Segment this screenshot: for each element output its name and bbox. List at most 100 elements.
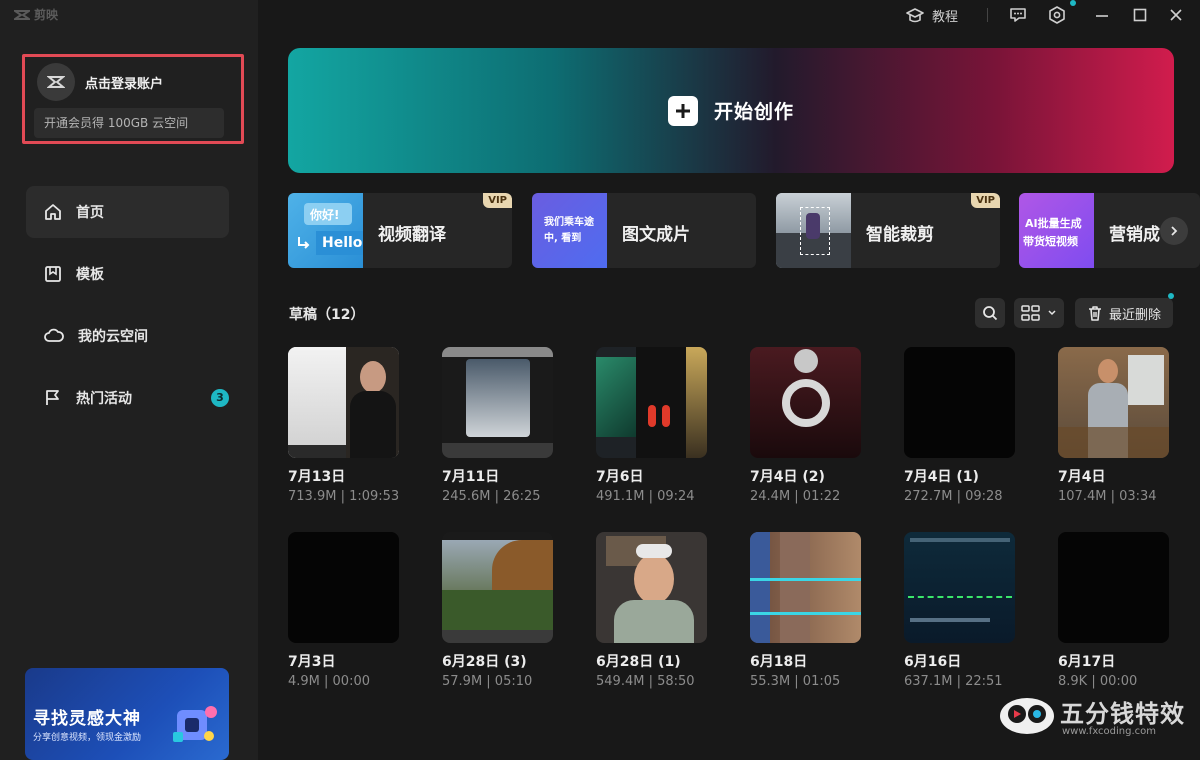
draft-item[interactable]: 6月17日 8.9K | 00:00 <box>1058 532 1170 689</box>
watermark-url: www.fxcoding.com <box>1062 726 1157 737</box>
sidebar-item-events[interactable]: 热门活动 3 <box>26 372 229 424</box>
draft-meta: 107.4M | 03:34 <box>1058 489 1157 504</box>
draft-item[interactable]: 7月11日 245.6M | 26:25 <box>442 347 554 504</box>
search-icon <box>983 306 998 321</box>
draft-item[interactable]: 6月28日 (1) 549.4M | 58:50 <box>596 532 708 689</box>
app-logo: 剪映 <box>14 6 58 23</box>
account-panel[interactable]: 点击登录账户 开通会员得 100GB 云空间 <box>22 54 244 144</box>
home-icon <box>45 204 61 220</box>
start-creating-label: 开始创作 <box>713 101 794 123</box>
capcut-avatar-icon <box>47 76 65 88</box>
cloud-icon <box>44 328 64 342</box>
feature-scroll-right-button[interactable] <box>1160 217 1188 245</box>
thumb-text-2: Hello <box>322 235 363 251</box>
member-promo-button[interactable]: 开通会员得 100GB 云空间 <box>34 108 224 138</box>
graduation-cap-icon <box>906 7 924 22</box>
topbar-divider <box>987 8 988 22</box>
promo-title: 寻找灵感大神 <box>33 709 141 729</box>
promo-subtitle: 分享创意视频，领现金激励 <box>33 733 142 743</box>
close-button[interactable] <box>1168 6 1184 24</box>
recent-deleted-button[interactable]: 最近删除 <box>1075 298 1173 328</box>
thumb-text-1: AI批量生成 <box>1025 217 1082 230</box>
thumb-text-1: 我们乘车途 <box>544 217 594 228</box>
draft-thumbnail <box>904 347 1015 458</box>
watermark-logo-icon <box>1000 698 1054 734</box>
draft-thumbnail <box>288 532 399 643</box>
login-link[interactable]: 点击登录账户 <box>85 73 163 92</box>
feature-smart-crop[interactable]: 智能裁剪 VIP <box>776 193 1000 268</box>
draft-title: 6月28日 (3) <box>442 654 527 670</box>
draft-title: 6月28日 (1) <box>596 654 681 670</box>
draft-thumbnail <box>288 347 399 458</box>
search-button[interactable] <box>975 298 1005 328</box>
marketing-video-thumbnail: AI批量生成 带货短视频 <box>1019 193 1094 268</box>
feature-text-to-video[interactable]: 我们乘车途 中, 看到 图文成片 <box>532 193 756 268</box>
sidebar: 剪映 点击登录账户 开通会员得 100GB 云空间 首页 模板 我的云空间 热门… <box>0 0 258 760</box>
draft-meta: 4.9M | 00:00 <box>288 674 370 689</box>
draft-item[interactable]: 6月28日 (3) 57.9M | 05:10 <box>442 532 554 689</box>
draft-title: 7月13日 <box>288 469 346 485</box>
draft-meta: 491.1M | 09:24 <box>596 489 695 504</box>
avatar[interactable] <box>37 63 75 101</box>
draft-item[interactable]: 7月4日 107.4M | 03:34 <box>1058 347 1170 504</box>
draft-item[interactable]: 7月6日 491.1M | 09:24 <box>596 347 708 504</box>
draft-thumbnail <box>750 347 861 458</box>
sidebar-item-label: 首页 <box>76 205 104 221</box>
draft-title: 6月18日 <box>750 654 808 670</box>
vip-badge: VIP <box>483 193 512 208</box>
tutorial-label: 教程 <box>932 10 959 25</box>
draft-item[interactable]: 6月18日 55.3M | 01:05 <box>750 532 862 689</box>
draft-meta: 245.6M | 26:25 <box>442 489 541 504</box>
draft-title: 7月4日 (2) <box>750 469 825 485</box>
close-icon <box>1170 9 1182 21</box>
draft-thumbnail <box>1058 532 1169 643</box>
sidebar-item-cloud[interactable]: 我的云空间 <box>26 310 229 362</box>
thumb-text-1: 你好! <box>310 208 340 222</box>
feature-label: 视频翻译 <box>378 225 446 245</box>
draft-thumbnail <box>750 532 861 643</box>
tutorial-button[interactable]: 教程 <box>906 6 958 25</box>
settings-notification-dot <box>1070 0 1076 6</box>
thumb-text-2: 中, 看到 <box>544 233 582 244</box>
sidebar-item-label: 模板 <box>76 267 104 283</box>
recent-deleted-label: 最近删除 <box>1108 307 1161 323</box>
settings-button[interactable] <box>1048 6 1066 24</box>
draft-item[interactable]: 7月4日 (2) 24.4M | 01:22 <box>750 347 862 504</box>
feature-label: 图文成片 <box>622 225 690 245</box>
chevron-right-icon <box>1171 226 1178 236</box>
feature-video-translate[interactable]: 你好! Hello 视频翻译 VIP <box>288 193 512 268</box>
recent-deleted-notification-dot <box>1168 293 1174 299</box>
drafts-title: 草稿（12） <box>289 307 365 323</box>
draft-title: 7月6日 <box>596 469 644 485</box>
watermark: 五分钱特效 www.fxcoding.com <box>998 690 1188 745</box>
plus-icon <box>667 95 698 126</box>
flag-icon <box>46 390 59 405</box>
draft-meta: 637.1M | 22:51 <box>904 674 1003 689</box>
arrow-icon <box>298 237 310 249</box>
maximize-button[interactable] <box>1132 6 1148 24</box>
inspiration-promo-banner[interactable]: 寻找灵感大神 分享创意视频，领现金激励 <box>25 668 229 760</box>
sidebar-item-home[interactable]: 首页 <box>26 186 229 238</box>
maximize-icon <box>1133 8 1147 22</box>
message-icon <box>1010 8 1026 22</box>
gear-icon <box>1049 6 1065 24</box>
grid-view-icon <box>1021 305 1040 321</box>
watermark-text: 五分钱特效 <box>1060 700 1185 728</box>
feedback-button[interactable] <box>1009 7 1027 23</box>
draft-item[interactable]: 7月13日 713.9M | 1:09:53 <box>288 347 400 504</box>
draft-item[interactable]: 6月16日 637.1M | 22:51 <box>904 532 1016 689</box>
draft-item[interactable]: 7月4日 (1) 272.7M | 09:28 <box>904 347 1016 504</box>
sidebar-item-templates[interactable]: 模板 <box>26 248 229 300</box>
draft-thumbnail <box>904 532 1015 643</box>
draft-title: 7月3日 <box>288 654 336 670</box>
draft-meta: 24.4M | 01:22 <box>750 489 841 504</box>
video-translate-thumbnail: 你好! Hello <box>288 193 363 268</box>
draft-item[interactable]: 7月3日 4.9M | 00:00 <box>288 532 400 689</box>
view-toggle-button[interactable] <box>1014 298 1064 328</box>
minimize-button[interactable] <box>1094 6 1110 24</box>
draft-title: 6月16日 <box>904 654 962 670</box>
start-creating-button[interactable]: 开始创作 <box>288 48 1174 173</box>
draft-title: 7月4日 (1) <box>904 469 979 485</box>
trash-icon <box>1088 306 1101 321</box>
draft-meta: 713.9M | 1:09:53 <box>288 489 400 504</box>
